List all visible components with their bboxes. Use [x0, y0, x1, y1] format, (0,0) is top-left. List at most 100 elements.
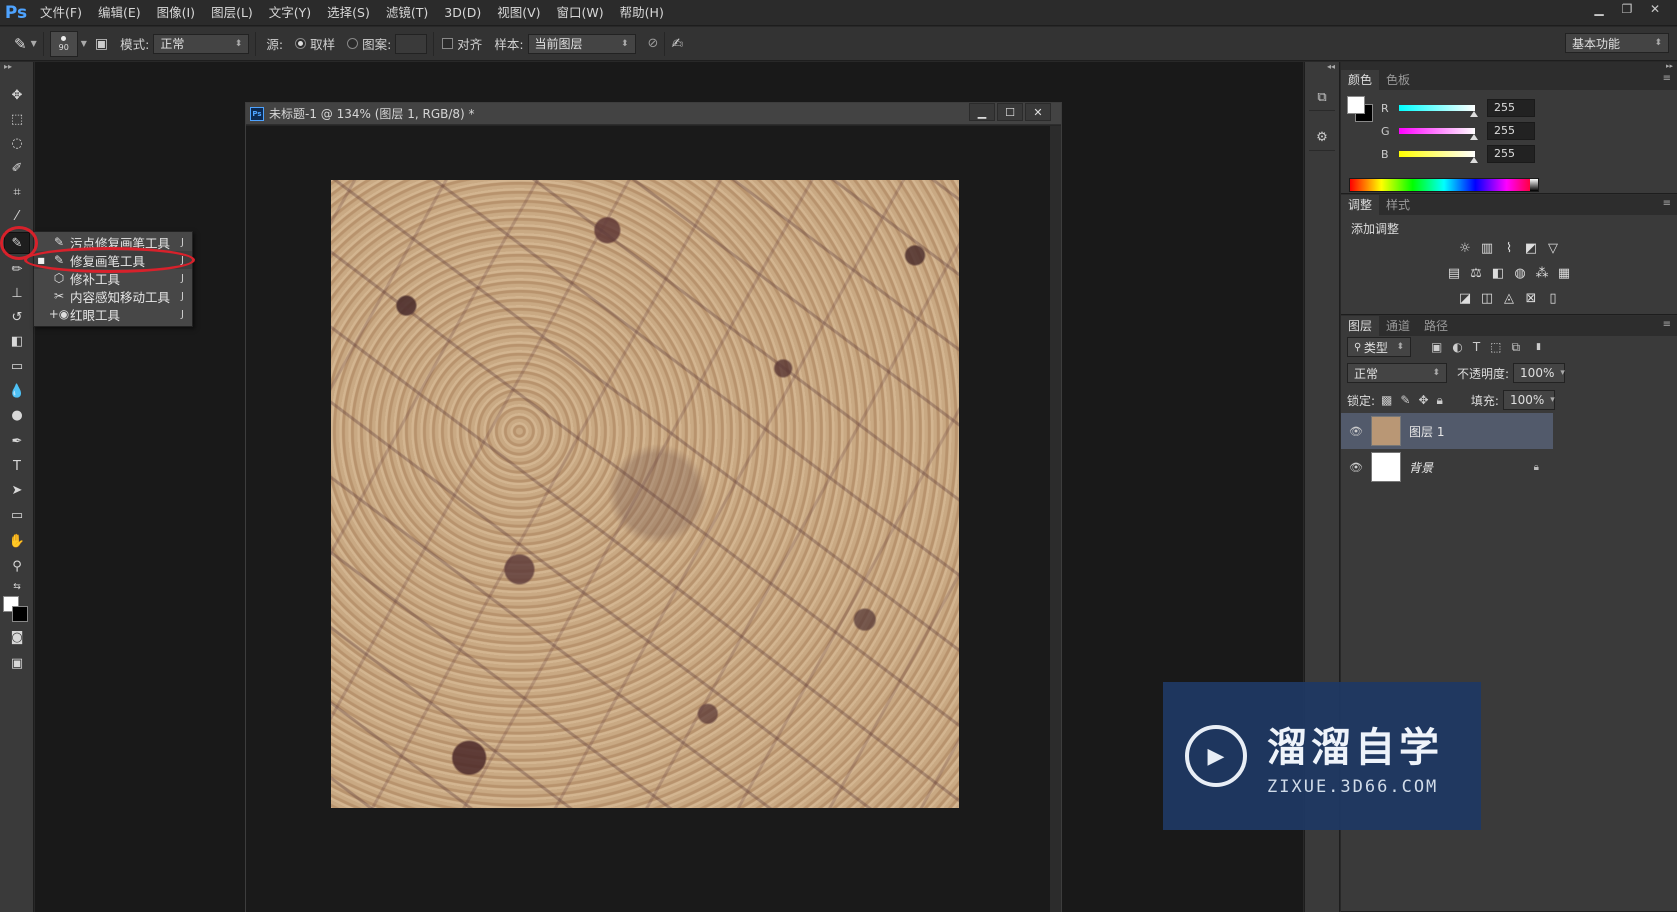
close-icon[interactable]: ✕: [1025, 103, 1051, 121]
gradient-tool-icon[interactable]: ▭: [4, 355, 30, 377]
aligned-checkbox[interactable]: [442, 38, 454, 49]
tab-paths[interactable]: 路径: [1417, 316, 1455, 336]
path-select-tool-icon[interactable]: ➤: [4, 479, 30, 501]
lock-image-icon[interactable]: ✎: [1400, 393, 1410, 407]
lasso-tool-icon[interactable]: ◌: [4, 132, 30, 154]
collapse-icon[interactable]: ◂◂: [1305, 62, 1339, 71]
green-value-field[interactable]: 255: [1487, 122, 1535, 140]
tab-adjustments[interactable]: 调整: [1341, 195, 1380, 215]
layer-row-layer1[interactable]: 👁︎ 图层 1: [1341, 413, 1553, 449]
slider-handle-icon[interactable]: [1470, 134, 1478, 140]
blend-mode-dropdown[interactable]: 正常 ⬍: [1347, 363, 1447, 383]
hand-tool-icon[interactable]: ✋: [4, 530, 30, 552]
restore-icon[interactable]: ❐: [1613, 0, 1641, 18]
menu-view[interactable]: 视图(V): [489, 0, 548, 26]
photo-filter-icon[interactable]: ◍: [1509, 264, 1531, 283]
brush-size-picker[interactable]: 90: [49, 30, 78, 57]
levels-icon[interactable]: ▥: [1476, 239, 1498, 258]
document-title-bar[interactable]: Ps 未标题-1 @ 134% (图层 1, RGB/8) * ▁ ☐ ✕: [246, 103, 1061, 125]
healing-brush-icon[interactable]: ✎: [14, 35, 27, 53]
slider-handle-icon[interactable]: [1470, 111, 1478, 117]
zoom-tool-icon[interactable]: ⚲: [4, 555, 30, 577]
minimize-icon[interactable]: ▁: [1585, 0, 1613, 18]
blur-tool-icon[interactable]: 💧: [4, 380, 30, 402]
quick-select-tool-icon[interactable]: ✐: [4, 157, 30, 179]
document-scrollbar[interactable]: [1050, 126, 1061, 912]
gradient-map-icon[interactable]: ▯: [1542, 289, 1564, 308]
tab-channels[interactable]: 通道: [1379, 316, 1417, 336]
fill-field[interactable]: 100% ▾: [1502, 390, 1555, 410]
menu-filter[interactable]: 滤镜(T): [378, 0, 436, 26]
clone-stamp-tool-icon[interactable]: ⊥: [4, 282, 30, 304]
eraser-tool-icon[interactable]: ◧: [4, 330, 30, 352]
blue-value-field[interactable]: 255: [1487, 145, 1535, 163]
crop-tool-icon[interactable]: ⌗: [4, 181, 30, 203]
chevron-down-icon[interactable]: ▼: [31, 39, 37, 48]
eyedropper-tool-icon[interactable]: ⁄: [4, 205, 30, 227]
screen-mode-icon[interactable]: ▣: [4, 652, 30, 674]
lock-all-icon[interactable]: 🔒︎: [1437, 393, 1443, 408]
color-spectrum-bar[interactable]: [1349, 178, 1539, 192]
pattern-picker[interactable]: [395, 33, 428, 54]
selective-color-icon[interactable]: ⊠: [1520, 289, 1542, 308]
menu-type[interactable]: 文字(Y): [261, 0, 319, 26]
type-tool-icon[interactable]: T: [4, 455, 30, 477]
flyout-item-content-aware-move[interactable]: ✂ 内容感知移动工具 J: [34, 287, 192, 305]
layer-row-background[interactable]: 👁︎ 背景 🔒︎: [1341, 449, 1553, 485]
sample-dropdown[interactable]: 当前图层 ⬍: [527, 33, 636, 54]
maximize-icon[interactable]: ☐: [997, 103, 1023, 121]
opacity-field[interactable]: 100% ▾: [1513, 363, 1566, 383]
color-balance-icon[interactable]: ⚖: [1465, 264, 1487, 283]
history-brush-tool-icon[interactable]: ↺: [4, 306, 30, 328]
panel-menu-icon[interactable]: ≡: [1663, 73, 1671, 84]
panel-menu-icon[interactable]: ≡: [1663, 319, 1671, 330]
mode-dropdown[interactable]: 正常 ⬍: [153, 33, 250, 54]
black-white-icon[interactable]: ◧: [1487, 264, 1509, 283]
chevron-down-icon[interactable]: ▼: [81, 39, 87, 48]
menu-image[interactable]: 图像(I): [149, 0, 203, 26]
eye-icon[interactable]: 👁︎: [1341, 425, 1371, 438]
tab-layers[interactable]: 图层: [1341, 316, 1380, 336]
dodge-tool-icon[interactable]: ●: [4, 404, 30, 426]
workspace-dropdown[interactable]: 基本功能 ⬍: [1565, 33, 1669, 53]
eye-icon[interactable]: 👁︎: [1341, 461, 1371, 474]
menu-file[interactable]: 文件(F): [32, 0, 90, 26]
smart-object-filter-icon[interactable]: ⧉: [1512, 340, 1521, 355]
rectangle-tool-icon[interactable]: ▭: [4, 504, 30, 526]
brightness-icon[interactable]: ☼: [1454, 239, 1476, 258]
threshold-icon[interactable]: ◬: [1498, 289, 1520, 308]
close-icon[interactable]: ✕: [1641, 0, 1669, 18]
menu-help[interactable]: 帮助(H): [612, 0, 672, 26]
properties-panel-icon[interactable]: ⚙: [1309, 125, 1335, 151]
lock-position-icon[interactable]: ✥: [1418, 393, 1428, 407]
color-lookup-icon[interactable]: ▦: [1553, 264, 1575, 283]
lock-transparent-icon[interactable]: ▩: [1381, 393, 1392, 407]
panel-menu-icon[interactable]: ≡: [1663, 198, 1671, 209]
filter-toggle-icon[interactable]: ▮: [1536, 342, 1541, 352]
vibrance-icon[interactable]: ▽: [1542, 239, 1564, 258]
posterize-icon[interactable]: ◫: [1476, 289, 1498, 308]
adjustment-filter-icon[interactable]: ◐: [1452, 340, 1462, 354]
menu-layer[interactable]: 图层(L): [203, 0, 261, 26]
menu-3d[interactable]: 3D(D): [436, 0, 489, 26]
flyout-item-red-eye[interactable]: +◉ 红眼工具 J: [34, 305, 192, 323]
clone-source-icon[interactable]: ▣: [95, 36, 108, 52]
slider-handle-icon[interactable]: [1470, 157, 1478, 163]
menu-window[interactable]: 窗口(W): [549, 0, 612, 26]
red-value-field[interactable]: 255: [1487, 99, 1535, 117]
minimize-icon[interactable]: ▁: [969, 103, 995, 121]
hue-saturation-icon[interactable]: ▤: [1443, 264, 1465, 283]
menu-edit[interactable]: 编辑(E): [90, 0, 149, 26]
collapse-icon[interactable]: ▸▸: [1341, 62, 1677, 70]
source-sampled-radio[interactable]: [295, 38, 307, 49]
blue-slider[interactable]: [1399, 151, 1478, 163]
quick-mask-icon[interactable]: ◙: [4, 626, 30, 648]
tab-styles[interactable]: 样式: [1379, 195, 1417, 215]
menu-select[interactable]: 选择(S): [319, 0, 378, 26]
foreground-color-swatch[interactable]: [1347, 96, 1365, 114]
tab-swatches[interactable]: 色板: [1379, 70, 1417, 90]
exposure-icon[interactable]: ◩: [1520, 239, 1542, 258]
move-tool-icon[interactable]: ✥: [4, 84, 30, 106]
red-slider[interactable]: [1399, 105, 1478, 117]
shape-filter-icon[interactable]: ⬚: [1490, 340, 1501, 354]
